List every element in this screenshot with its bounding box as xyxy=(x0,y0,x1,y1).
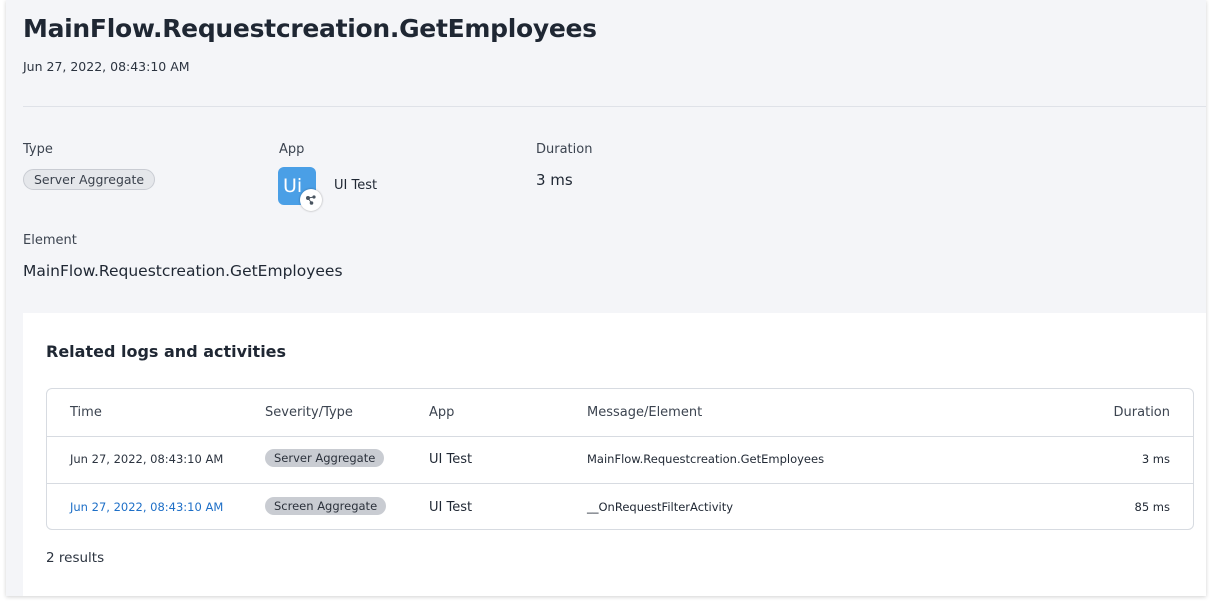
table-header-row: Time Severity/Type App Message/Element D… xyxy=(47,389,1193,437)
column-header-severity[interactable]: Severity/Type xyxy=(265,389,353,436)
column-header-duration[interactable]: Duration xyxy=(1114,389,1170,436)
column-header-app[interactable]: App xyxy=(429,389,454,436)
type-badge: Server Aggregate xyxy=(23,169,156,190)
row-message: MainFlow.Requestcreation.GetEmployees xyxy=(587,452,825,466)
type-label: Type xyxy=(23,142,53,157)
log-detail-panel: MainFlow.Requestcreation.GetEmployees Ju… xyxy=(6,0,1206,596)
page-timestamp: Jun 27, 2022, 08:43:10 AM xyxy=(23,59,190,74)
results-count: 2 results xyxy=(46,550,105,566)
page-title: MainFlow.Requestcreation.GetEmployees xyxy=(23,14,597,43)
workflow-nodes-icon xyxy=(300,189,322,211)
table-row[interactable]: Jun 27, 2022, 08:43:10 AM Server Aggrega… xyxy=(47,436,1193,484)
related-logs-title: Related logs and activities xyxy=(46,342,287,361)
row-time: Jun 27, 2022, 08:43:10 AM xyxy=(70,452,224,466)
severity-badge: Server Aggregate xyxy=(265,448,385,467)
severity-badge: Screen Aggregate xyxy=(265,496,387,515)
row-time-link[interactable]: Jun 27, 2022, 08:43:10 AM xyxy=(70,500,223,514)
row-duration: 3 ms xyxy=(1141,452,1170,466)
row-time: Jun 27, 2022, 08:43:10 AM xyxy=(70,484,223,529)
row-app: UI Test xyxy=(429,452,473,467)
column-header-time[interactable]: Time xyxy=(70,389,102,436)
header-divider xyxy=(23,106,1206,107)
column-header-message[interactable]: Message/Element xyxy=(587,389,702,436)
app-label: App xyxy=(279,142,305,157)
related-logs-card: Related logs and activities Time Severit… xyxy=(23,313,1206,596)
table-row[interactable]: Jun 27, 2022, 08:43:10 AM Screen Aggrega… xyxy=(47,484,1193,529)
app-name: UI Test xyxy=(334,178,378,193)
row-duration: 85 ms xyxy=(1134,500,1170,514)
row-severity: Server Aggregate xyxy=(265,436,385,483)
duration-label: Duration xyxy=(536,142,593,157)
row-app: UI Test xyxy=(429,500,473,515)
duration-value: 3 ms xyxy=(536,171,573,189)
related-logs-table: Time Severity/Type App Message/Element D… xyxy=(46,388,1194,530)
element-value: MainFlow.Requestcreation.GetEmployees xyxy=(23,262,343,280)
element-label: Element xyxy=(23,233,77,248)
row-message: __OnRequestFilterActivity xyxy=(587,500,734,514)
row-severity: Screen Aggregate xyxy=(265,484,387,529)
